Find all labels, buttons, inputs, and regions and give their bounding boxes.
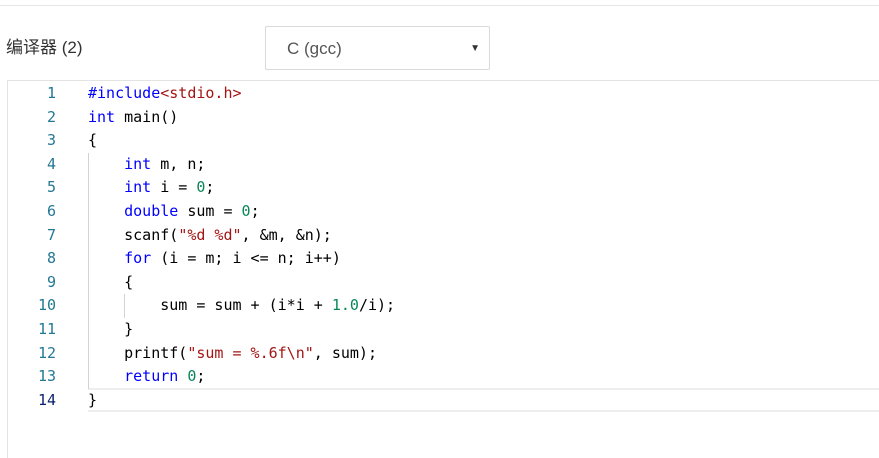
code-line[interactable]: return 0; bbox=[88, 365, 205, 389]
indent-guide bbox=[88, 152, 89, 389]
code-line[interactable]: } bbox=[88, 389, 97, 413]
code-line[interactable]: int main() bbox=[88, 106, 178, 130]
line-number-gutter: 1 2 3 4 5 6 7 8 9 10 11 12 13 14 bbox=[8, 81, 68, 458]
line-number: 14 bbox=[37, 390, 56, 409]
current-line-highlight bbox=[88, 387, 879, 412]
code-line[interactable]: scanf("%d %d", &m, &n); bbox=[88, 224, 332, 248]
indent-guide bbox=[124, 294, 126, 318]
code-line[interactable]: { bbox=[88, 271, 133, 295]
code-editor[interactable]: 1 2 3 4 5 6 7 8 9 10 11 12 13 14 #include<stdio.h> int… bbox=[7, 80, 879, 458]
code-line[interactable]: } bbox=[88, 318, 133, 342]
caret-down-icon: ▼ bbox=[470, 43, 480, 54]
line-number: 1 bbox=[46, 84, 56, 102]
line-number: 12 bbox=[37, 343, 56, 362]
line-number: 13 bbox=[37, 367, 56, 386]
line-number: 9 bbox=[46, 272, 56, 291]
line-number: 7 bbox=[46, 225, 56, 244]
top-divider bbox=[0, 5, 879, 6]
code-area[interactable]: #include<stdio.h> int main(){ int m, n; i… bbox=[86, 81, 879, 458]
line-number: 11 bbox=[37, 320, 56, 338]
line-number: 10 bbox=[37, 296, 56, 315]
compiler-label: 编译器 (2) bbox=[6, 38, 83, 57]
line-number: 8 bbox=[46, 249, 56, 268]
line-number: 3 bbox=[46, 131, 56, 150]
line-number: 2 bbox=[46, 107, 56, 126]
compiler-select[interactable]: C (gcc) ▼ bbox=[265, 26, 490, 70]
code-line[interactable]: int i = 0; bbox=[88, 176, 214, 200]
code-line[interactable]: #include<stdio.h> bbox=[88, 82, 242, 106]
code-line[interactable]: { bbox=[88, 129, 97, 153]
code-line[interactable]: printf("sum = %.6f\n", sum); bbox=[88, 342, 377, 366]
code-line[interactable]: for (i = m; i <= n; i++) bbox=[88, 247, 341, 271]
line-number: 5 bbox=[46, 178, 56, 197]
code-line[interactable]: int m, n; bbox=[88, 153, 205, 177]
compiler-select-value: C (gcc) bbox=[287, 39, 342, 58]
code-line[interactable]: sum = sum + (i*i + 1.0/i); bbox=[88, 294, 395, 318]
code-line[interactable]: double sum = 0; bbox=[88, 200, 259, 224]
line-number: 4 bbox=[46, 154, 56, 173]
line-number: 6 bbox=[46, 202, 56, 220]
